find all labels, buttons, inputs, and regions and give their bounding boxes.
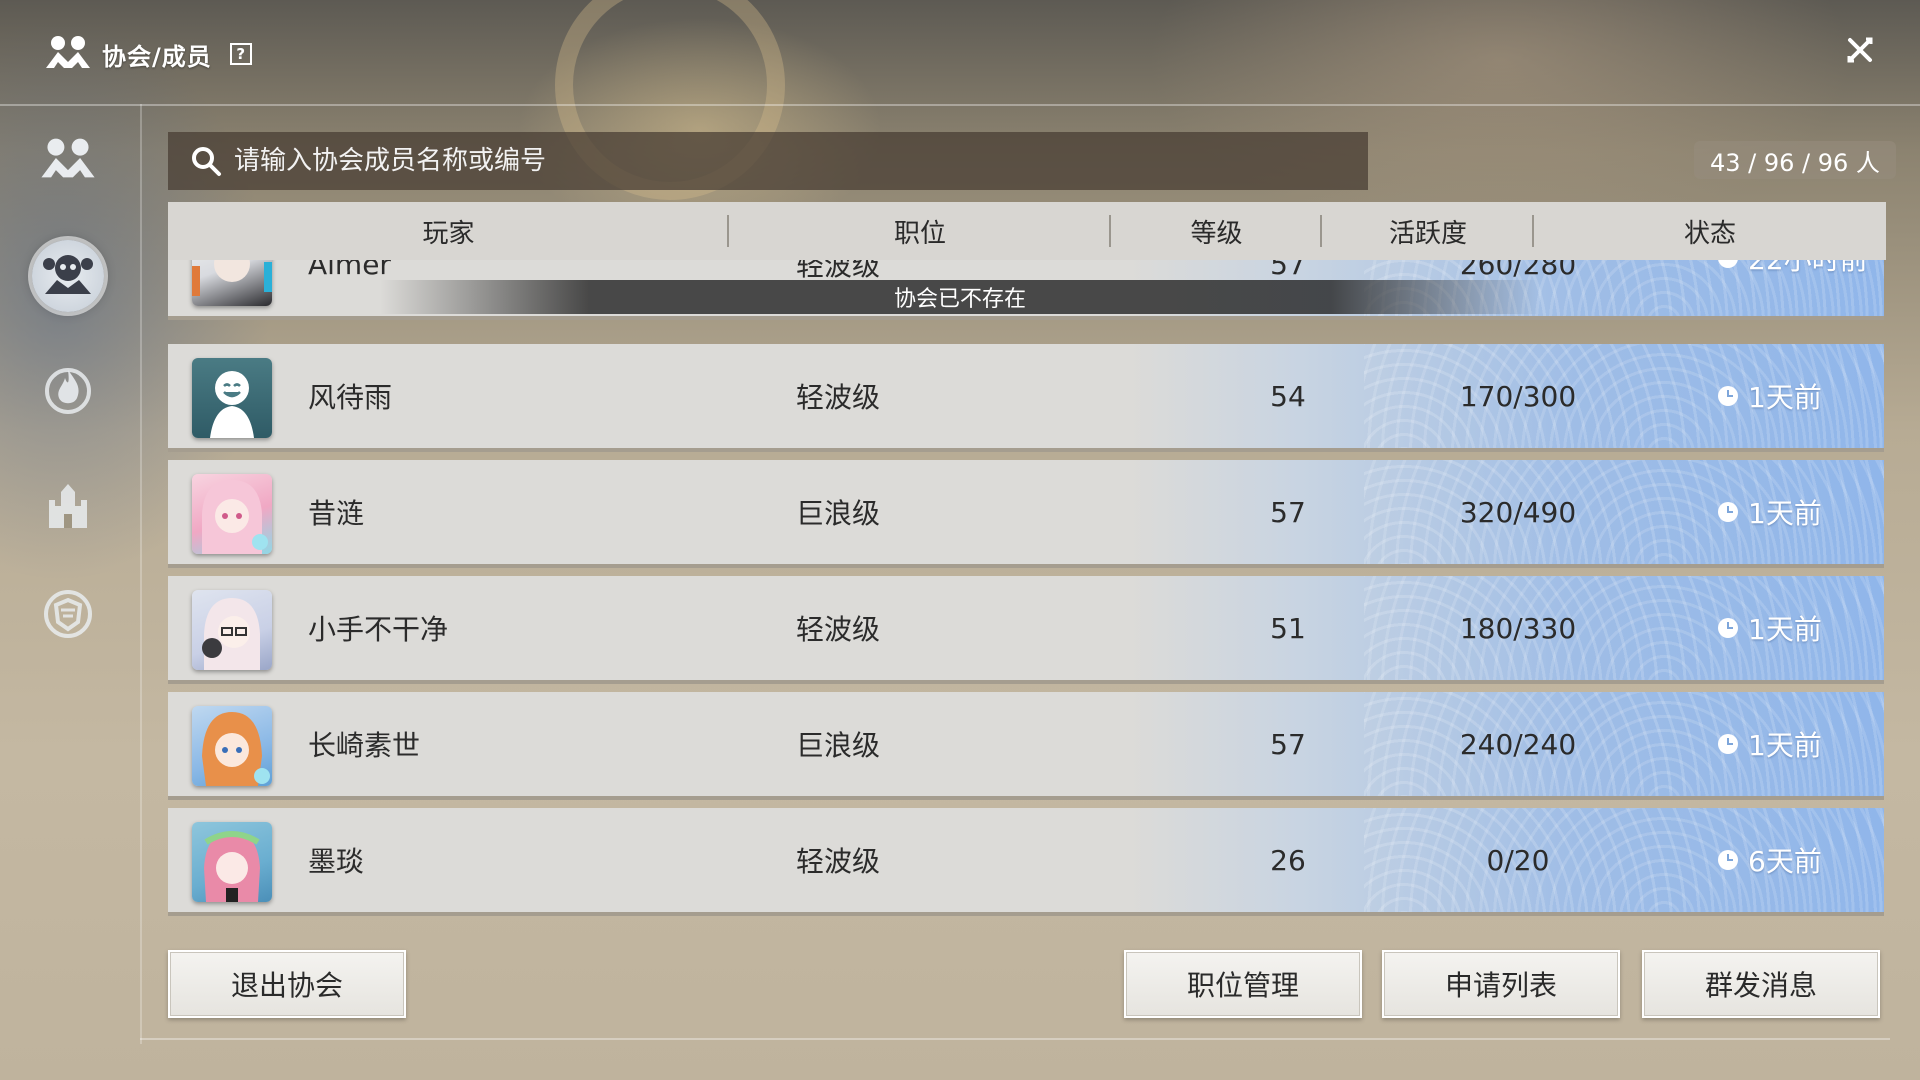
player-status: 1天前 xyxy=(1668,460,1884,564)
status-text: 1天前 xyxy=(1748,613,1822,646)
player-role: 巨浪级 xyxy=(795,497,880,530)
player-activity: 240/240 xyxy=(1459,727,1577,761)
player-name: 小手不干净 xyxy=(308,613,449,646)
player-name: 墨琰 xyxy=(308,845,365,878)
column-header-role[interactable]: 职位 xyxy=(729,202,1111,260)
player-activity: 180/330 xyxy=(1459,611,1577,645)
association-logo-icon xyxy=(44,34,92,74)
status-text: 1天前 xyxy=(1748,729,1822,762)
table-row[interactable]: 小手不干净 轻波级 51 180/330 1天前 xyxy=(168,576,1884,684)
player-status: 1天前 xyxy=(1668,692,1884,796)
sidebar-item-flame[interactable] xyxy=(32,354,104,426)
player-name: Aimer xyxy=(308,260,391,281)
sidebar-divider xyxy=(140,104,142,1044)
status-text: 1天前 xyxy=(1748,497,1822,530)
avatar[interactable] xyxy=(192,260,272,306)
avatar[interactable] xyxy=(192,590,272,670)
avatar[interactable] xyxy=(192,474,272,554)
player-level: 51 xyxy=(1270,611,1306,645)
flame-icon xyxy=(43,362,93,418)
leave-association-button[interactable]: 退出协会 xyxy=(168,950,406,1018)
column-header-player[interactable]: 玩家 xyxy=(168,202,729,260)
status-text: 1天前 xyxy=(1748,381,1822,414)
member-count: 43 / 96 / 96 人 xyxy=(1694,141,1896,179)
player-activity: 170/300 xyxy=(1459,379,1577,413)
player-status: 1天前 xyxy=(1668,344,1884,448)
members-icon xyxy=(41,250,95,302)
player-role: 轻波级 xyxy=(795,845,880,878)
shield-icon xyxy=(43,588,93,644)
sidebar-item-association[interactable] xyxy=(32,124,104,196)
help-icon[interactable]: ? xyxy=(229,43,252,65)
table-row[interactable]: 长崎素世 巨浪级 57 240/240 1天前 xyxy=(168,692,1884,800)
player-level: 57 xyxy=(1270,495,1306,529)
search-bar[interactable] xyxy=(168,132,1368,190)
table-header: 玩家 职位 等级 活跃度 状态 xyxy=(168,202,1886,260)
avatar[interactable] xyxy=(192,706,272,786)
search-input[interactable] xyxy=(234,146,1334,176)
clock-icon xyxy=(1718,386,1738,406)
player-level: 54 xyxy=(1270,379,1306,413)
header-divider xyxy=(0,104,1920,106)
clock-icon xyxy=(1718,260,1738,268)
clock-icon xyxy=(1718,734,1738,754)
player-role: 轻波级 xyxy=(795,381,880,414)
column-header-activity[interactable]: 活跃度 xyxy=(1322,202,1534,260)
player-status: 6天前 xyxy=(1668,808,1884,912)
table-row[interactable]: 昔涟 巨浪级 57 320/490 1天前 xyxy=(168,460,1884,568)
castle-icon xyxy=(43,478,93,534)
clock-icon xyxy=(1718,618,1738,638)
avatar[interactable] xyxy=(192,822,272,902)
role-management-button[interactable]: 职位管理 xyxy=(1124,950,1362,1018)
title-bar: 协会/成员 ? xyxy=(44,34,252,74)
player-name: 昔涟 xyxy=(308,497,365,530)
collapse-icon[interactable] xyxy=(1840,30,1880,70)
player-name: 风待雨 xyxy=(308,381,393,414)
table-row[interactable]: 风待雨 轻波级 54 170/300 1天前 xyxy=(168,344,1884,452)
column-header-status[interactable]: 状态 xyxy=(1534,202,1886,260)
player-activity: 0/20 xyxy=(1486,843,1550,877)
sidebar-item-members[interactable] xyxy=(32,240,104,312)
sidebar-item-shield[interactable] xyxy=(32,580,104,652)
player-role: 轻波级 xyxy=(795,613,880,646)
status-text: 22小时前 xyxy=(1748,260,1868,278)
search-icon xyxy=(190,145,222,177)
clock-icon xyxy=(1718,502,1738,522)
broadcast-message-button[interactable]: 群发消息 xyxy=(1642,950,1880,1018)
player-level: 26 xyxy=(1270,843,1306,877)
clock-icon xyxy=(1718,850,1738,870)
status-text: 6天前 xyxy=(1748,845,1822,878)
table-row[interactable]: 墨琰 轻波级 26 0/20 6天前 xyxy=(168,808,1884,916)
application-list-button[interactable]: 申请列表 xyxy=(1382,950,1620,1018)
toast-message: 协会已不存在 xyxy=(380,280,1540,314)
player-level: 57 xyxy=(1270,727,1306,761)
avatar[interactable] xyxy=(192,358,272,438)
column-header-level[interactable]: 等级 xyxy=(1111,202,1322,260)
player-name: 长崎素世 xyxy=(308,729,421,762)
page-title: 协会/成员 xyxy=(102,42,212,71)
player-role: 巨浪级 xyxy=(795,729,880,762)
player-activity: 320/490 xyxy=(1459,495,1577,529)
association-logo-icon xyxy=(39,136,97,184)
footer-divider xyxy=(140,1038,1890,1040)
sidebar-item-castle[interactable] xyxy=(32,470,104,542)
player-status: 1天前 xyxy=(1668,576,1884,680)
player-status: 22小时前 xyxy=(1668,260,1884,310)
member-list[interactable]: Aimer 轻波级 57 260/280 22小时前 风待雨 轻波级 54 17… xyxy=(168,260,1886,920)
